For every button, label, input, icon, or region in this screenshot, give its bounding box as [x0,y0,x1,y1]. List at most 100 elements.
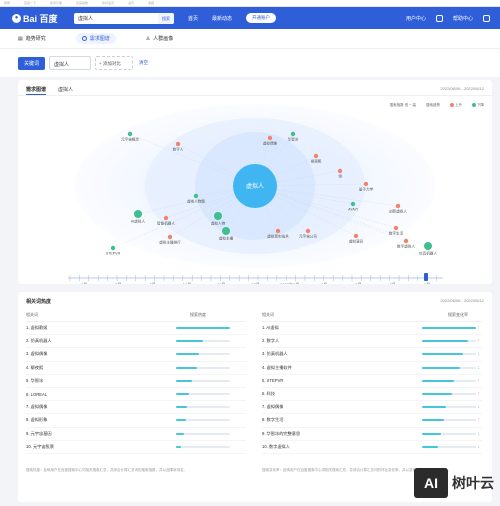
table-row[interactable]: 4. 柳夜熙 [26,362,246,375]
keyword-label-button[interactable]: 关键词 [18,56,46,70]
table-row[interactable]: 7. 虚拟偶像 ↓ [262,401,482,415]
related-term: 5. 华智冰 [26,377,44,383]
table-row[interactable]: 8. 数字生活 ↑ [262,414,482,428]
tab-keyword-virtual-human[interactable]: 虚拟人 [58,86,73,95]
table-row[interactable]: 1. 虚拟歌姬 [26,322,246,336]
tab-trend-research[interactable]: ▤ 趋势研究 [18,35,46,43]
node-bubble [267,135,273,141]
heat-bar [176,406,230,409]
node-bubble [395,203,401,209]
table-row[interactable]: 5. 华智冰 [26,375,246,388]
timeline-label: 6月 [424,282,430,284]
arrow-down-icon: ↓ [477,443,481,450]
node-bubble [222,227,230,235]
heat-bar [176,327,230,329]
node-bubble [134,210,142,218]
table-row[interactable]: 5. STEPVR ↑ [262,375,482,388]
timeline-label: 5月 [390,282,396,284]
date-range-2: 2022/06/06 - 2022/06/12 [440,298,484,303]
table-row[interactable]: 3. 虚拟偶像 [26,348,246,362]
related-change-list: 相关词 搜索变化率 1. AI虚拟 ↑ 2. 数字人 ↑ 3. 仿真机器人 ↓ 4. 虚拟主… [262,312,482,454]
table-row[interactable]: 9. 元宇宙基因 [26,428,246,441]
related-term: 9. 华智冰的完整意思 [262,430,301,436]
help-center-link[interactable]: 帮助中心 [453,15,473,22]
related-term: 10. 数字虚拟人 [262,443,290,449]
heat-bar [176,379,230,382]
table-row[interactable]: 10. 元宇宙股票 [26,441,246,454]
search-button[interactable]: 搜索 [158,12,174,24]
add-compare-button[interactable]: + 添加对比 [95,56,134,70]
tab-demand-graph[interactable]: 需求图谱 [75,33,116,44]
node-label: 量子力学 [359,187,374,192]
table-row[interactable]: 6. 科技 ↑ [262,388,482,402]
bookmark-item[interactable]: 新标签页 [102,1,114,5]
heat-bar [176,392,230,395]
trend-chart-icon: ▤ [18,35,23,42]
related-term: 4. 柳夜熙 [26,364,44,370]
table-row[interactable]: 9. 华智冰的完整意思 ↓ [262,428,482,441]
nav-home-link[interactable]: 首页 [188,15,198,22]
heat-bar [422,379,476,382]
arrow-down-icon: ↓ [477,430,481,437]
node-label: 数字人 [173,147,184,152]
node-bubble [337,168,343,174]
related-term: 1. AI虚拟 [262,325,279,331]
heat-bar [422,366,476,369]
table-row[interactable]: 1. AI虚拟 ↑ [262,322,482,336]
node-label: AYAYI [348,208,358,212]
related-term: 6. 科技 [262,391,276,397]
node-label: AI虚拟人 [131,219,146,224]
related-term: 10. 元宇宙股票 [26,443,54,449]
heat-bar-fill [176,366,197,369]
tab-crowd-portrait[interactable]: ♙ 人群画像 [146,35,174,43]
related-term: 7. 虚拟偶像 [26,404,48,410]
browser-bookmarks-bar: 微博 百度一下 搜索引擎 百度指数 新标签页 资讯 收藏 [0,0,500,7]
heat-bar-fill [422,445,439,448]
heat-bar-fill [422,340,468,343]
message-icon[interactable] [435,14,443,22]
bookmark-item[interactable]: 微博 [4,1,10,5]
bookmark-item[interactable]: 百度指数 [76,1,88,5]
keyword-input[interactable]: 虚拟人 [49,56,92,70]
timeline-label: 2022年1月 [280,281,299,284]
node-label: 虚拟演员 [349,239,364,244]
node-bubble [313,153,319,159]
table-row[interactable]: 3. 仿真机器人 ↓ [262,348,482,362]
bookmark-item[interactable]: 搜索引擎 [50,1,62,5]
table-row[interactable]: 8. 虚拟形象 [26,414,246,428]
bookmark-item[interactable]: 百度一下 [24,1,36,5]
heat-bar [176,353,230,356]
table-row[interactable]: 10. 数字虚拟人 ↓ [262,441,482,454]
arrow-up-icon: ↑ [477,338,481,345]
bookmark-item[interactable]: 资讯 [128,1,134,5]
open-account-button[interactable]: 开通账户 [246,13,277,23]
table-row[interactable]: 2. 数字人 ↑ [262,335,482,349]
bookmark-item[interactable]: 收藏 [148,1,154,5]
radio-selected-icon [81,36,87,41]
heat-bar [422,445,476,448]
table-row[interactable]: 4. 虚拟主播软件 ↓ [262,362,482,375]
table-row[interactable]: 7. 虚拟偶像 [26,401,246,415]
table-row[interactable]: 6. LOREAL [26,388,246,402]
demand-bubble-graph: 虚拟人 元宇宙概念数字人 虚拟偶像 华智冰柳夜熙翎量子力学 AYAYI STEPVR 虚拟人… [68,104,443,284]
heat-bar [422,392,476,395]
node-bubble [424,242,432,250]
tab-demand-graph-chart[interactable]: 需求图谱 [26,86,47,95]
timeline-handle [424,273,428,281]
timeline-label: 3月 [355,282,361,284]
nav-news-link[interactable]: 最新动态 [212,15,232,22]
watermark-logo: AI [414,468,448,498]
baidu-logo[interactable]: ● Bai 百度 [12,12,62,25]
heat-bar [422,340,476,343]
timeline-label: 7月 [115,282,121,284]
user-center-link[interactable]: 用户中心 [406,15,426,22]
avatar[interactable] [483,14,490,22]
search-input[interactable]: 虚拟人 搜索 [74,12,174,24]
node-bubble [305,228,311,234]
node-bubble [403,238,409,244]
heat-bar-fill [422,353,463,356]
table-row[interactable]: 2. 仿真机器人 [26,335,246,349]
watermark-text: 树叶云 [452,476,494,492]
clear-link[interactable]: 清空 [139,60,148,66]
related-term: 7. 虚拟偶像 [262,404,284,410]
